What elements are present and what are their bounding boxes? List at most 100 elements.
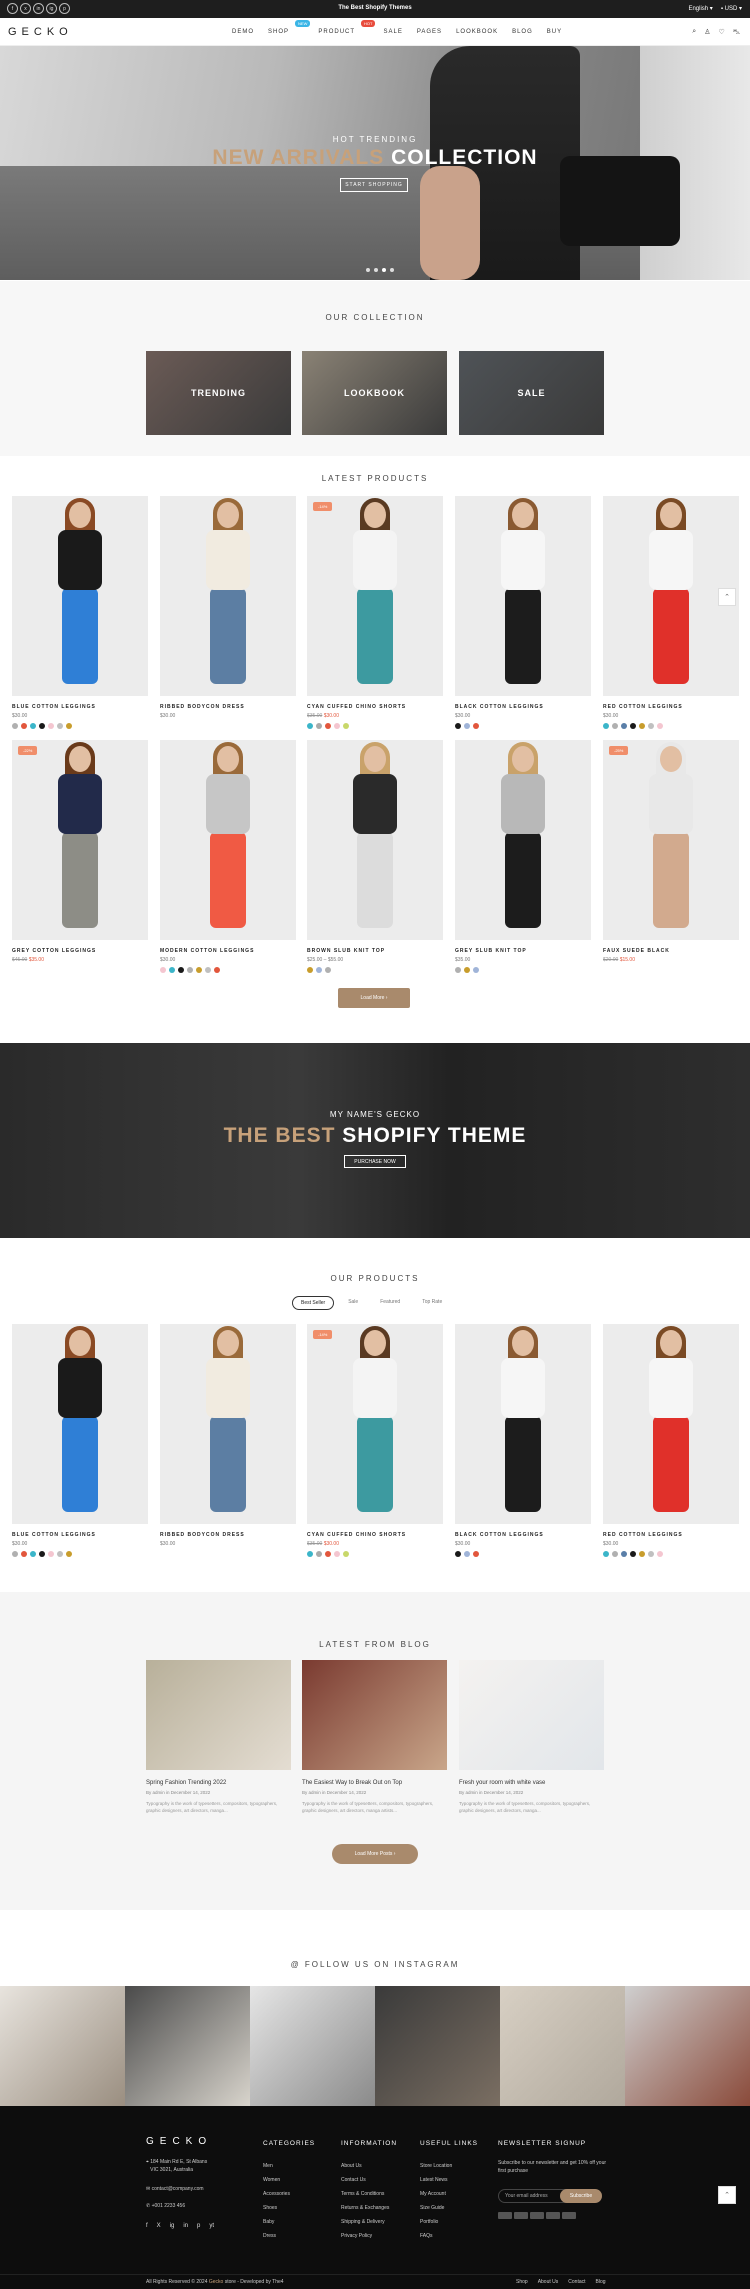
color-swatch[interactable] (307, 723, 313, 729)
site-logo[interactable]: GECKO (8, 26, 73, 38)
blog-card[interactable]: Fresh your room with white vase By admin … (459, 1660, 604, 1815)
blog-post-title[interactable]: The Easiest Way to Break Out on Top (302, 1780, 447, 1786)
footer-email[interactable]: ✉ contact@company.com (146, 2186, 204, 2194)
product-image[interactable]: -14% (307, 1324, 443, 1524)
slider-dot[interactable] (390, 268, 394, 272)
product-card[interactable]: RIBBED BODYCON DRESS $30.00 (160, 496, 296, 719)
color-swatch[interactable] (30, 723, 36, 729)
nav-item-sale[interactable]: SALE (383, 29, 402, 35)
footer-social-icon-3[interactable]: in (183, 2223, 188, 2229)
instagram-photo[interactable] (125, 1986, 250, 2106)
product-card[interactable]: BROWN SLUB KNIT TOP $25.00 – $55.00 (307, 740, 443, 973)
footer-link[interactable]: Contact Us (341, 2173, 389, 2187)
color-swatch[interactable] (307, 967, 313, 973)
slider-dot-active[interactable] (382, 268, 386, 272)
footer-link[interactable]: Men (263, 2159, 290, 2173)
color-swatch[interactable] (657, 723, 663, 729)
color-swatch[interactable] (48, 723, 54, 729)
product-card[interactable]: RIBBED BODYCON DRESS $30.00 (160, 1324, 296, 1547)
language-selector[interactable]: English ▾ (688, 5, 712, 12)
product-image[interactable] (160, 496, 296, 696)
color-swatch[interactable] (648, 1551, 654, 1557)
collection-tile-trending[interactable]: TRENDING (146, 351, 291, 435)
color-swatch[interactable] (187, 967, 193, 973)
footer-link[interactable]: Shipping & Delivery (341, 2215, 389, 2229)
footer-social-icon-0[interactable]: f (146, 2223, 148, 2229)
product-card[interactable]: MODERN COTTON LEGGINGS $30.00 (160, 740, 296, 973)
instagram-photo[interactable] (250, 1986, 375, 2106)
product-image[interactable] (12, 1324, 148, 1524)
product-image[interactable] (455, 496, 591, 696)
footer-link[interactable]: Accessories (263, 2187, 290, 2201)
color-swatch[interactable] (316, 1551, 322, 1557)
product-card[interactable]: -22% GREY COTTON LEGGINGS $45.00 $35.00 (12, 740, 148, 963)
product-image[interactable] (160, 1324, 296, 1524)
color-swatch[interactable] (473, 723, 479, 729)
color-swatch[interactable] (178, 967, 184, 973)
blog-image[interactable] (146, 1660, 291, 1770)
footer-link[interactable]: Terms & Conditions (341, 2187, 389, 2201)
color-swatch[interactable] (12, 723, 18, 729)
product-card[interactable]: BLUE COTTON LEGGINGS $30.00 (12, 1324, 148, 1557)
instagram-photo[interactable] (500, 1986, 625, 2106)
nav-item-pages[interactable]: PAGES (417, 29, 442, 35)
color-swatch[interactable] (648, 723, 654, 729)
color-swatch[interactable] (621, 1551, 627, 1557)
nav-item-demo[interactable]: DEMO (232, 29, 254, 35)
color-swatch[interactable] (214, 967, 220, 973)
product-name[interactable]: CYAN CUFFED CHINO SHORTS (307, 1532, 443, 1538)
footer-link[interactable]: Women (263, 2173, 290, 2187)
blog-post-title[interactable]: Fresh your room with white vase (459, 1780, 604, 1786)
color-swatch[interactable] (621, 723, 627, 729)
color-swatch[interactable] (316, 967, 322, 973)
color-swatch[interactable] (57, 1551, 63, 1557)
footer-social-icon-5[interactable]: yt (209, 2223, 214, 2229)
blog-card[interactable]: Spring Fashion Trending 2022 By admin in … (146, 1660, 291, 1815)
tab-top-rate[interactable]: Top Rate (414, 1296, 450, 1310)
product-name[interactable]: MODERN COTTON LEGGINGS (160, 948, 296, 954)
color-swatch[interactable] (12, 1551, 18, 1557)
nav-item-product[interactable]: PRODUCT HOT (318, 20, 376, 35)
color-swatch[interactable] (205, 967, 211, 973)
footer-link-shop[interactable]: Shop (516, 2279, 528, 2285)
product-name[interactable]: BLACK COTTON LEGGINGS (455, 704, 591, 710)
tab-sale[interactable]: Sale (340, 1296, 366, 1310)
scroll-to-top-icon[interactable]: ⌃ (718, 588, 736, 606)
blog-image[interactable] (459, 1660, 604, 1770)
color-swatch[interactable] (21, 723, 27, 729)
color-swatch[interactable] (325, 967, 331, 973)
footer-link[interactable]: Privacy Policy (341, 2229, 389, 2243)
product-name[interactable]: RED COTTON LEGGINGS (603, 704, 739, 710)
start-shopping-button[interactable]: START SHOPPING (340, 178, 408, 192)
instagram-photo[interactable] (625, 1986, 750, 2106)
slider-dot[interactable] (366, 268, 370, 272)
color-swatch[interactable] (39, 1551, 45, 1557)
product-name[interactable]: BLUE COTTON LEGGINGS (12, 704, 148, 710)
product-card[interactable]: RED COTTON LEGGINGS $30.00 (603, 496, 739, 729)
product-name[interactable]: FAUX SUEDE BLACK (603, 948, 739, 954)
color-swatch[interactable] (334, 1551, 340, 1557)
color-swatch[interactable] (39, 723, 45, 729)
nav-item-blog[interactable]: BLOG (512, 29, 533, 35)
color-swatch[interactable] (334, 723, 340, 729)
color-swatch[interactable] (603, 1551, 609, 1557)
product-card[interactable]: BLACK COTTON LEGGINGS $30.00 (455, 496, 591, 729)
color-swatch[interactable] (66, 1551, 72, 1557)
product-name[interactable]: GREY SLUB KNIT TOP (455, 948, 591, 954)
tab-best-seller[interactable]: Best Seller (292, 1296, 335, 1310)
footer-link-about[interactable]: About Us (538, 2279, 559, 2285)
product-card[interactable]: -25% FAUX SUEDE BLACK $20.00 $15.00 (603, 740, 739, 963)
color-swatch[interactable] (57, 723, 63, 729)
product-name[interactable]: RIBBED BODYCON DRESS (160, 704, 296, 710)
color-swatch[interactable] (473, 1551, 479, 1557)
color-swatch[interactable] (657, 1551, 663, 1557)
nav-item-buy[interactable]: BUY (547, 29, 562, 35)
slider-dot[interactable] (374, 268, 378, 272)
product-image[interactable] (12, 496, 148, 696)
color-swatch[interactable] (21, 1551, 27, 1557)
color-swatch[interactable] (612, 723, 618, 729)
footer-link[interactable]: Store Location (420, 2159, 452, 2173)
copyright-brand[interactable]: Gecko (209, 2279, 223, 2285)
color-swatch[interactable] (325, 723, 331, 729)
footer-link-contact[interactable]: Contact (568, 2279, 585, 2285)
